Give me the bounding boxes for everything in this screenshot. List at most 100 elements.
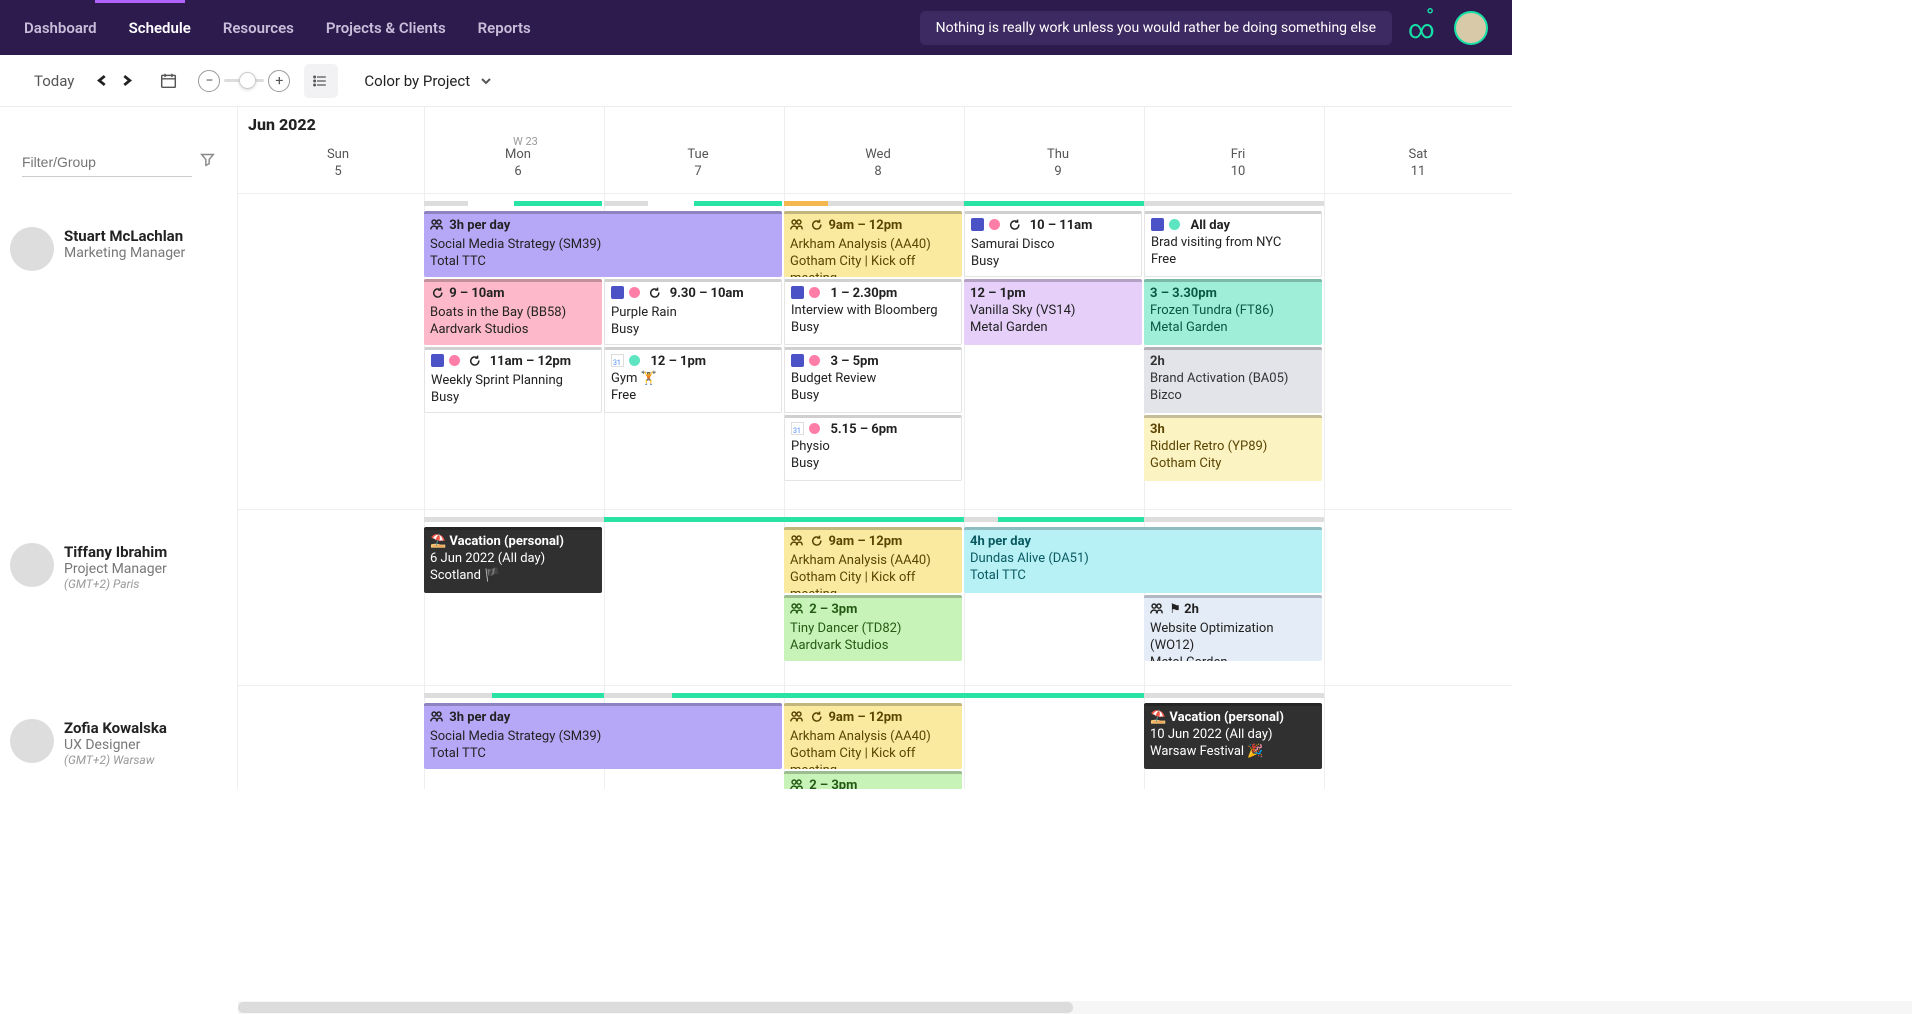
nav-resources[interactable]: Resources bbox=[223, 19, 294, 37]
day-header: Sat11 bbox=[1328, 147, 1508, 179]
day-header: Sun5 bbox=[248, 147, 428, 179]
quote-banner: Nothing is really work unless you would … bbox=[920, 11, 1392, 45]
schedule-grid: Stuart McLachlan Marketing Manager Tiffa… bbox=[0, 107, 1512, 789]
day-headers: Sun5 Mon6 Tue7 Wed8 Thu9 Fri10 Sat11 bbox=[238, 147, 1512, 193]
nav-reports[interactable]: Reports bbox=[478, 19, 531, 37]
card-tiny-dancer[interactable]: 2 – 3pmTiny Dancer (TD82)Aardvark Studio… bbox=[784, 595, 962, 661]
zoom-in-button[interactable]: + bbox=[268, 70, 290, 92]
color-by-label: Color by Project bbox=[364, 72, 470, 90]
card-frozen-tundra[interactable]: 3 – 3.30pmFrozen Tundra (FT86)Metal Gard… bbox=[1144, 279, 1322, 345]
recurring-icon bbox=[809, 534, 822, 552]
person-role: UX Designer bbox=[64, 737, 167, 753]
rows: 3h per day Social Media Strategy (SM39)T… bbox=[238, 193, 1512, 789]
card-website-optimization[interactable]: ⚑ 2hWebsite Optimization (WO12)Metal Gar… bbox=[1144, 595, 1322, 661]
avatar bbox=[10, 543, 54, 587]
calendar-picker-icon[interactable] bbox=[156, 69, 180, 93]
next-arrow-icon[interactable] bbox=[118, 73, 134, 89]
status-dot-icon bbox=[449, 355, 460, 366]
person-name: Stuart McLachlan bbox=[64, 227, 185, 245]
zoom-slider[interactable]: − + bbox=[198, 70, 290, 92]
people-icon bbox=[790, 534, 803, 552]
person-name: Tiffany Ibrahim bbox=[64, 543, 167, 561]
recurring-icon bbox=[809, 218, 822, 236]
vacation-icon: ⛱️ bbox=[430, 534, 449, 549]
person-row-stuart[interactable]: Stuart McLachlan Marketing Manager bbox=[0, 215, 237, 531]
card-social-media-strategy-z[interactable]: 3h per daySocial Media Strategy (SM39)To… bbox=[424, 703, 782, 769]
horizontal-scrollbar[interactable] bbox=[238, 1001, 1912, 1014]
nav-schedule[interactable]: Schedule bbox=[129, 19, 191, 37]
filter-group-input[interactable] bbox=[22, 148, 192, 177]
people-icon bbox=[430, 710, 443, 728]
filter-row bbox=[0, 107, 237, 183]
people-icon bbox=[790, 778, 803, 789]
status-dot-icon bbox=[809, 355, 820, 366]
card-physio[interactable]: 5.15 – 6pmPhysioBusy bbox=[784, 415, 962, 481]
card-samurai-disco[interactable]: 10 – 11am Samurai DiscoBusy bbox=[964, 211, 1142, 277]
recurring-icon bbox=[1007, 218, 1020, 236]
person-timezone: (GMT+2) Paris bbox=[64, 577, 167, 591]
recurring-icon bbox=[809, 710, 822, 728]
person-name: Zofia Kowalska bbox=[64, 719, 167, 737]
card-budget-review[interactable]: 3 – 5pmBudget ReviewBusy bbox=[784, 347, 962, 413]
status-dot-icon bbox=[989, 219, 1000, 230]
list-view-toggle-icon[interactable] bbox=[304, 64, 338, 98]
status-dot-icon bbox=[629, 355, 640, 366]
nav-projects-clients[interactable]: Projects & Clients bbox=[326, 19, 446, 37]
gcal-icon bbox=[791, 422, 804, 435]
current-user-avatar[interactable] bbox=[1454, 11, 1488, 45]
today-button[interactable]: Today bbox=[18, 66, 90, 96]
day-header: Thu9 bbox=[968, 147, 1148, 179]
recurring-icon bbox=[647, 286, 660, 304]
day-header: Wed8 bbox=[788, 147, 968, 179]
card-dundas-alive[interactable]: 4h per dayDundas Alive (DA51)Total TTC bbox=[964, 527, 1322, 593]
nav-dashboard[interactable]: Dashboard bbox=[24, 19, 97, 37]
vacation-icon: ⛱️ bbox=[1150, 710, 1169, 725]
card-weekly-sprint-planning[interactable]: 11am – 12pmWeekly Sprint PlanningBusy bbox=[424, 347, 602, 413]
card-social-media-strategy[interactable]: 3h per day Social Media Strategy (SM39)T… bbox=[424, 211, 782, 277]
top-nav: Dashboard Schedule Resources Projects & … bbox=[0, 0, 1512, 55]
people-icon bbox=[790, 602, 803, 620]
day-header: Fri10 bbox=[1148, 147, 1328, 179]
gcal-icon bbox=[611, 354, 624, 367]
zoom-out-button[interactable]: − bbox=[198, 70, 220, 92]
people-panel: Stuart McLachlan Marketing Manager Tiffa… bbox=[0, 107, 238, 789]
card-gym[interactable]: 12 – 1pmGym 🏋️Free bbox=[604, 347, 782, 413]
card-arkham-analysis-z[interactable]: 9am – 12pmArkham Analysis (AA40)Gotham C… bbox=[784, 703, 962, 769]
card-riddler-retro[interactable]: 3hRiddler Retro (YP89)Gotham City bbox=[1144, 415, 1322, 481]
day-header: Mon6 bbox=[428, 147, 608, 179]
card-arkham-analysis-t[interactable]: 9am – 12pmArkham Analysis (AA40)Gotham C… bbox=[784, 527, 962, 593]
toolbar: Today − + Color by Project bbox=[0, 55, 1512, 107]
card-vacation-warsaw[interactable]: ⛱️ Vacation (personal)10 Jun 2022 (All d… bbox=[1144, 703, 1322, 769]
card-tiny-dancer-z[interactable]: 2 – 3pm bbox=[784, 771, 962, 789]
color-by-dropdown[interactable]: Color by Project bbox=[364, 72, 492, 90]
person-timezone: (GMT+2) Warsaw bbox=[64, 753, 167, 767]
recurring-icon bbox=[467, 354, 480, 372]
status-dot-icon bbox=[1169, 219, 1180, 230]
card-arkham-analysis[interactable]: 9am – 12pm Arkham Analysis (AA40)Gotham … bbox=[784, 211, 962, 277]
people-icon bbox=[790, 710, 803, 728]
prev-arrow-icon[interactable] bbox=[94, 73, 110, 89]
teams-icon bbox=[791, 354, 804, 367]
status-dot-icon bbox=[809, 423, 820, 434]
teams-icon bbox=[971, 218, 984, 231]
card-interview-bloomberg[interactable]: 1 – 2.30pmInterview with BloombergBusy bbox=[784, 279, 962, 345]
status-dot-icon bbox=[809, 287, 820, 298]
teams-icon bbox=[431, 354, 444, 367]
person-row-zofia[interactable]: Zofia Kowalska UX Designer (GMT+2) Warsa… bbox=[0, 707, 237, 880]
people-icon bbox=[1150, 602, 1163, 620]
card-brad-visiting[interactable]: All day Brad visiting from NYCFree bbox=[1144, 211, 1322, 277]
filter-icon[interactable] bbox=[192, 152, 215, 177]
app-logo-icon[interactable] bbox=[1408, 13, 1438, 43]
card-brand-activation[interactable]: 2hBrand Activation (BA05)Bizco bbox=[1144, 347, 1322, 413]
card-vanilla-sky[interactable]: 12 – 1pmVanilla Sky (VS14)Metal Garden bbox=[964, 279, 1142, 345]
recurring-icon bbox=[430, 286, 443, 304]
card-boats-in-the-bay[interactable]: 9 – 10amBoats in the Bay (BB58)Aardvark … bbox=[424, 279, 602, 345]
card-vacation-scotland[interactable]: ⛱️ Vacation (personal)6 Jun 2022 (All da… bbox=[424, 527, 602, 593]
timeline: Jun 2022 W 23 Sun5 Mon6 Tue7 Wed8 Thu9 F… bbox=[238, 107, 1512, 789]
day-header: Tue7 bbox=[608, 147, 788, 179]
person-role: Project Manager bbox=[64, 561, 167, 577]
person-role: Marketing Manager bbox=[64, 245, 185, 261]
card-purple-rain[interactable]: 9.30 – 10amPurple RainBusy bbox=[604, 279, 782, 345]
avatar bbox=[10, 227, 54, 271]
person-row-tiffany[interactable]: Tiffany Ibrahim Project Manager (GMT+2) … bbox=[0, 531, 237, 707]
